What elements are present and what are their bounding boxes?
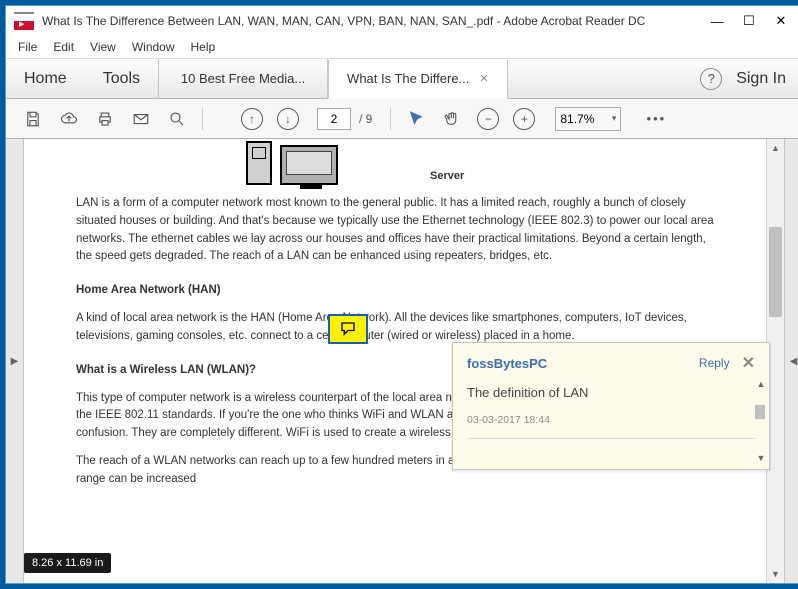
menu-view[interactable]: View xyxy=(90,40,116,54)
page-total-label: / 9 xyxy=(359,112,372,126)
tab-label: What Is The Differe... xyxy=(347,71,469,86)
title-bar: What Is The Difference Between LAN, WAN,… xyxy=(6,6,798,36)
close-tab-icon[interactable]: ✕ xyxy=(479,72,488,85)
zoom-out-button[interactable]: − xyxy=(471,104,505,134)
menu-bar: File Edit View Window Help xyxy=(6,36,798,59)
monitor-image xyxy=(280,145,338,185)
sign-in-button[interactable]: Sign In xyxy=(736,70,786,88)
comment-popup: fossBytesPC Reply ✕ The definition of LA… xyxy=(452,342,770,470)
hand-icon[interactable] xyxy=(435,104,469,134)
comment-date: 03-03-2017 18:44 xyxy=(467,414,755,426)
zoom-in-button[interactable]: + xyxy=(507,104,541,134)
scroll-down-icon[interactable]: ▼ xyxy=(767,565,784,583)
paragraph: A kind of local area network is the HAN … xyxy=(76,310,714,346)
scrollbar-thumb[interactable] xyxy=(769,227,782,317)
server-image: Server xyxy=(430,154,464,185)
scroll-up-icon[interactable]: ▲ xyxy=(767,139,784,157)
app-window: What Is The Difference Between LAN, WAN,… xyxy=(5,5,798,584)
page-down-button[interactable]: ↓ xyxy=(271,104,305,134)
close-button[interactable]: ✕ xyxy=(774,13,788,29)
page-size-badge: 8.26 x 11.69 in xyxy=(24,553,111,573)
desktop-tower-image xyxy=(246,141,272,185)
window-title: What Is The Difference Between LAN, WAN,… xyxy=(42,14,710,28)
tab-doc-active[interactable]: What Is The Differe... ✕ xyxy=(328,60,508,99)
page-number-input[interactable] xyxy=(317,108,351,130)
overflow-icon[interactable]: ••• xyxy=(639,104,673,134)
tab-doc-media[interactable]: 10 Best Free Media... xyxy=(158,59,328,98)
maximize-button[interactable]: ☐ xyxy=(742,13,756,29)
zoom-value: 81.7% xyxy=(560,112,594,126)
tab-tools[interactable]: Tools xyxy=(85,59,158,98)
popup-scrollbar[interactable]: ▲ ▼ xyxy=(755,379,767,463)
pointer-icon[interactable] xyxy=(399,104,433,134)
paragraph: LAN is a form of a computer network most… xyxy=(76,195,714,266)
page-up-button[interactable]: ↑ xyxy=(235,104,269,134)
tab-label: 10 Best Free Media... xyxy=(181,71,305,86)
tab-home[interactable]: Home xyxy=(6,59,85,98)
app-icon xyxy=(14,12,34,30)
menu-help[interactable]: Help xyxy=(191,40,216,54)
reply-button[interactable]: Reply xyxy=(699,356,730,370)
search-icon[interactable] xyxy=(160,104,194,134)
mail-icon[interactable] xyxy=(124,104,158,134)
toolbar: ↑ ↓ / 9 − + 81.7% ▾ ••• xyxy=(6,99,798,139)
cloud-icon[interactable] xyxy=(52,104,86,134)
zoom-select[interactable]: 81.7% ▾ xyxy=(555,107,621,131)
figure-row: Server xyxy=(246,141,714,185)
menu-file[interactable]: File xyxy=(18,40,37,54)
server-label: Server xyxy=(430,168,464,185)
comment-annotation-icon[interactable] xyxy=(328,314,368,344)
menu-window[interactable]: Window xyxy=(132,40,175,54)
left-panel-toggle[interactable]: ▶ xyxy=(6,139,24,583)
window-controls: — ☐ ✕ xyxy=(710,13,788,29)
save-icon[interactable] xyxy=(16,104,50,134)
help-icon[interactable]: ? xyxy=(700,68,722,90)
menu-edit[interactable]: Edit xyxy=(53,40,74,54)
heading-han: Home Area Network (HAN) xyxy=(76,282,714,300)
comment-body: The definition of LAN xyxy=(467,385,755,400)
chevron-down-icon: ▾ xyxy=(612,113,617,124)
minimize-button[interactable]: — xyxy=(710,14,724,29)
close-popup-icon[interactable]: ✕ xyxy=(742,353,755,373)
comment-author: fossBytesPC xyxy=(467,356,547,371)
right-panel-toggle[interactable]: ◀ xyxy=(784,139,798,583)
tab-row: Home Tools 10 Best Free Media... What Is… xyxy=(6,59,798,99)
print-icon[interactable] xyxy=(88,104,122,134)
